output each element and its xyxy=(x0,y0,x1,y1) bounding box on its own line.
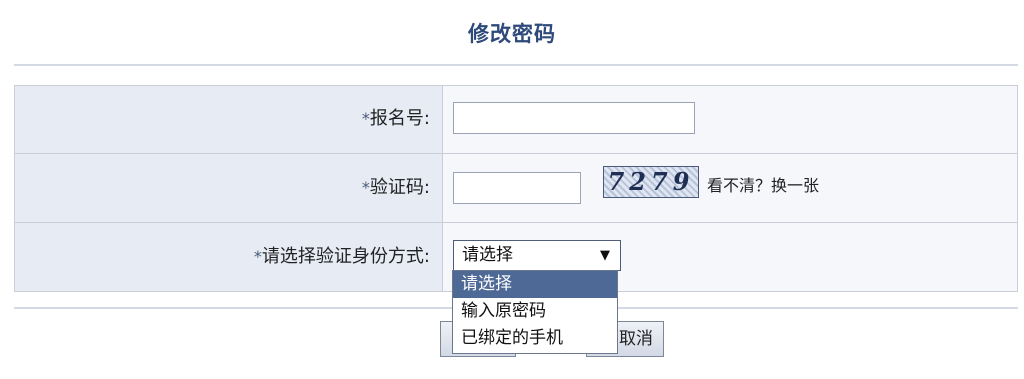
captcha-value-cell: 7279 看不清？换一张 xyxy=(443,154,1017,222)
required-mark: * xyxy=(361,178,370,197)
dropdown-option-please-select[interactable]: 请选择 xyxy=(453,271,617,298)
page-title: 修改密码 xyxy=(468,22,556,46)
captcha-image[interactable]: 7279 xyxy=(603,166,699,198)
dropdown-option-original-password[interactable]: 输入原密码 xyxy=(453,298,617,325)
dropdown-option-bound-phone[interactable]: 已绑定的手机 xyxy=(453,325,617,352)
select-current-value: 请选择 xyxy=(462,245,513,265)
registration-no-label: 报名号: xyxy=(369,108,430,129)
form-row-registration-no: *报名号: xyxy=(15,86,1017,154)
refresh-captcha-link[interactable]: 看不清？换一张 xyxy=(707,172,819,196)
registration-no-value-cell xyxy=(443,86,1017,153)
verify-method-label-cell: *请选择验证身份方式: xyxy=(15,223,443,291)
required-mark: * xyxy=(361,109,370,128)
captcha-input[interactable] xyxy=(453,172,581,204)
captcha-image-text: 7279 xyxy=(607,167,695,196)
verify-method-select[interactable]: 请选择 ▼ xyxy=(453,240,621,271)
change-password-form: *报名号: *验证码: 7279 看不清？换一张 *请选择验证身份方式: 请选择… xyxy=(14,85,1018,292)
title-divider xyxy=(14,64,1018,66)
form-row-captcha: *验证码: 7279 看不清？换一张 xyxy=(15,154,1017,223)
required-mark: * xyxy=(253,247,262,266)
cancel-button-label: 取消 xyxy=(619,329,653,349)
verify-method-label: 请选择验证身份方式: xyxy=(261,246,430,267)
captcha-label: 验证码: xyxy=(369,177,430,198)
registration-no-label-cell: *报名号: xyxy=(15,86,443,153)
verify-method-dropdown: 请选择 输入原密码 已绑定的手机 xyxy=(452,270,618,354)
registration-no-input[interactable] xyxy=(453,102,695,134)
change-password-page: 修改密码 *报名号: *验证码: 7279 看不清？换一张 *请选择验证身份方式… xyxy=(0,0,1024,379)
dropdown-arrow-icon: ▼ xyxy=(600,248,610,263)
captcha-label-cell: *验证码: xyxy=(15,154,443,222)
